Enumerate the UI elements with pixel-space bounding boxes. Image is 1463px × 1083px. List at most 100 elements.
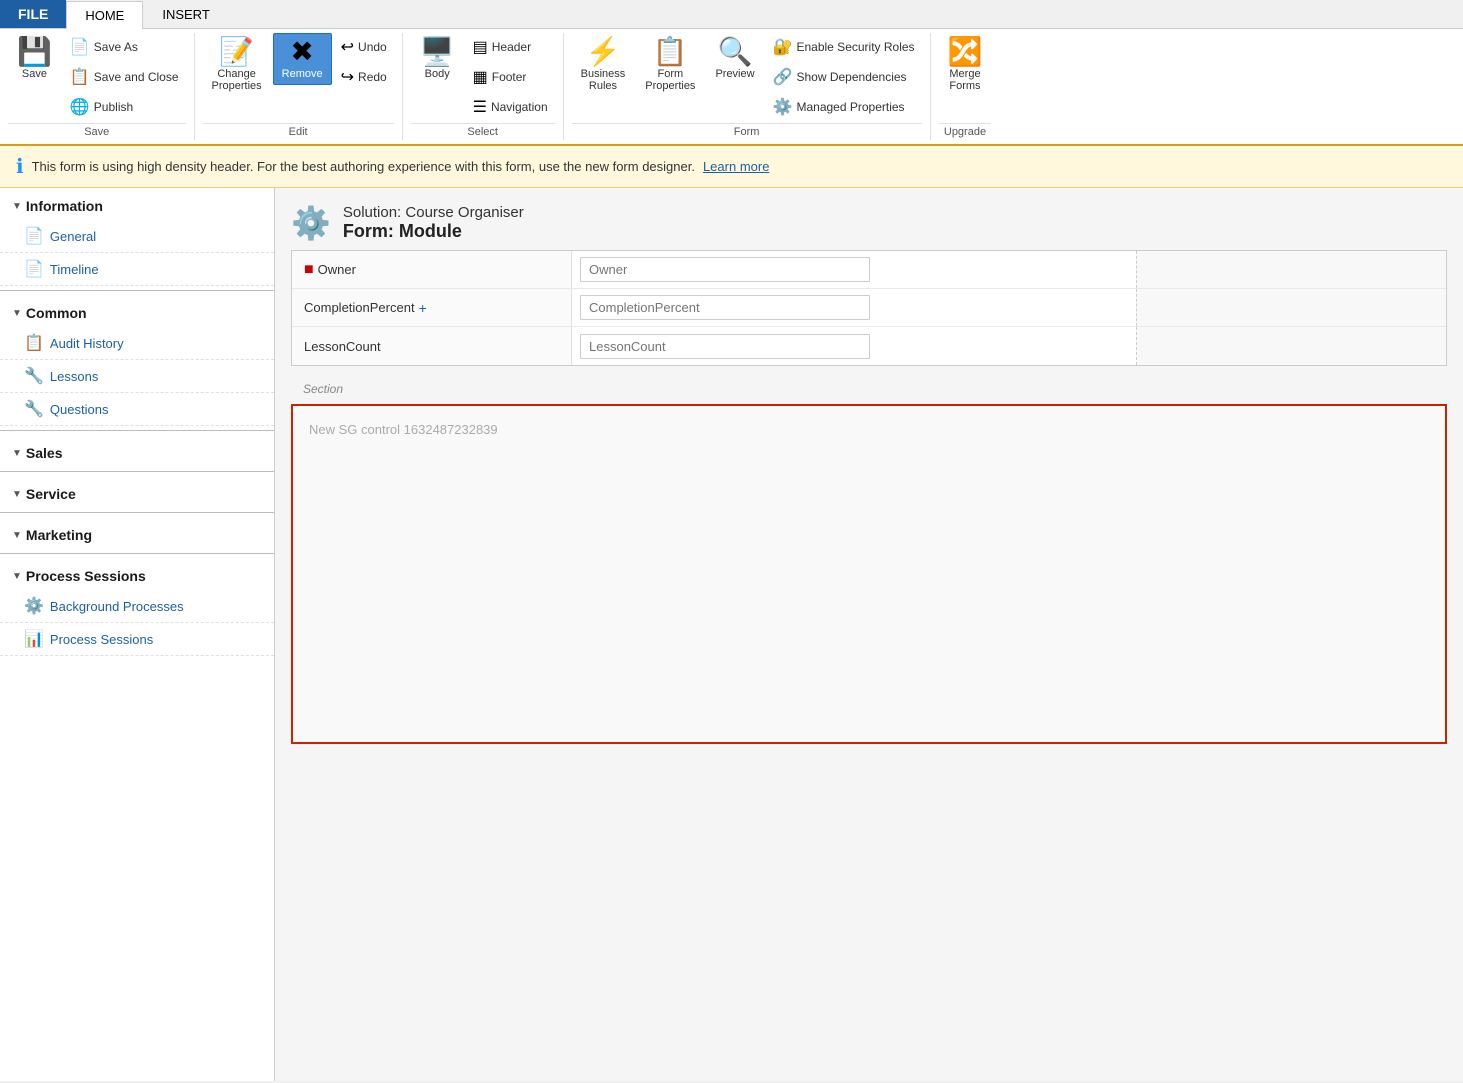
sidebar-section-marketing: ▼ Marketing — [0, 517, 274, 549]
ribbon-group-form: ⚡ Business Rules 📋 Form Properties 🔍 Pre… — [564, 33, 931, 140]
tab-home[interactable]: HOME — [66, 1, 143, 29]
sidebar-item-audit-history-label: Audit History — [50, 336, 124, 351]
preview-button[interactable]: 🔍 Preview — [706, 33, 763, 85]
sidebar-item-lessons[interactable]: 🔧 Lessons — [0, 360, 274, 393]
undo-icon: ↩ — [341, 37, 354, 57]
content-area: ⚙️ Solution: Course Organiser Form: Modu… — [275, 188, 1463, 1081]
ribbon-group-upgrade: 🔀 Merge Forms Upgrade — [931, 33, 1000, 140]
tab-insert[interactable]: INSERT — [143, 0, 228, 28]
form-properties-button[interactable]: 📋 Form Properties — [636, 33, 704, 97]
triangle-process-sessions: ▼ — [12, 571, 22, 582]
form-properties-label: Form Properties — [645, 68, 695, 92]
completion-percent-input[interactable] — [580, 295, 870, 320]
managed-properties-button[interactable]: ⚙️ Managed Properties — [766, 93, 922, 121]
info-icon: ℹ — [16, 154, 24, 179]
sidebar-item-questions[interactable]: 🔧 Questions — [0, 393, 274, 426]
owner-label: Owner — [318, 262, 356, 277]
triangle-information: ▼ — [12, 201, 22, 212]
redo-button[interactable]: ↪ Redo — [334, 63, 394, 91]
completion-percent-label: CompletionPercent — [304, 300, 415, 315]
lesson-count-label: LessonCount — [304, 339, 381, 354]
show-dependencies-button[interactable]: 🔗 Show Dependencies — [766, 63, 922, 91]
divider-3 — [0, 471, 274, 472]
ribbon-group-edit: 📝 Change Properties ✖ Remove ↩ Undo ↪ Re… — [195, 33, 403, 140]
sg-control-box[interactable]: New SG control 1632487232839 — [291, 404, 1447, 744]
footer-icon: ▦ — [473, 67, 488, 87]
sidebar-section-process-sessions-label: Process Sessions — [26, 568, 146, 584]
divider-4 — [0, 512, 274, 513]
ribbon-group-upgrade-items: 🔀 Merge Forms — [939, 33, 992, 121]
form-input-cell-lesson-count — [572, 327, 1136, 365]
remove-icon: ✖ — [290, 38, 313, 66]
footer-button[interactable]: ▦ Footer — [466, 63, 555, 91]
navigation-button[interactable]: ☰ Navigation — [466, 93, 555, 121]
form-extra-lesson-count — [1136, 327, 1446, 365]
preview-icon: 🔍 — [718, 38, 753, 66]
enable-security-button[interactable]: 🔐 Enable Security Roles — [766, 33, 922, 61]
navigation-icon: ☰ — [473, 97, 487, 117]
merge-forms-button[interactable]: 🔀 Merge Forms — [939, 33, 992, 97]
sidebar-item-questions-label: Questions — [50, 402, 109, 417]
header-label: Header — [492, 40, 531, 54]
header-button[interactable]: ▤ Header — [466, 33, 555, 61]
remove-button[interactable]: ✖ Remove — [273, 33, 332, 85]
form-input-cell-completion-percent — [572, 289, 1136, 326]
ribbon-group-edit-label: Edit — [203, 123, 394, 140]
remove-label: Remove — [282, 68, 323, 80]
undo-redo-stack: ↩ Undo ↪ Redo — [334, 33, 394, 91]
save-as-button[interactable]: 📄 Save As — [63, 33, 186, 61]
divider-5 — [0, 553, 274, 554]
ribbon-group-select: 🖥️ Body ▤ Header ▦ Footer ☰ Navigation S… — [403, 33, 564, 140]
sidebar-section-process-sessions: ▼ Process Sessions — [0, 558, 274, 590]
required-plus-completion: + — [419, 300, 427, 316]
sidebar-item-audit-history[interactable]: 📋 Audit History — [0, 327, 274, 360]
ribbon-group-select-items: 🖥️ Body ▤ Header ▦ Footer ☰ Navigation — [411, 33, 555, 121]
save-label: Save — [22, 68, 47, 80]
triangle-common: ▼ — [12, 308, 22, 319]
solution-icon: ⚙️ — [291, 204, 331, 242]
preview-label: Preview — [715, 68, 754, 80]
change-properties-button[interactable]: 📝 Change Properties — [203, 33, 271, 97]
sidebar-section-service-label: Service — [26, 486, 76, 502]
show-dependencies-icon: 🔗 — [773, 67, 793, 87]
save-close-button[interactable]: 📋 Save and Close — [63, 63, 186, 91]
sidebar-item-lessons-label: Lessons — [50, 369, 98, 384]
background-processes-icon: ⚙️ — [24, 596, 44, 616]
business-rules-label: Business Rules — [581, 68, 626, 92]
lessons-icon: 🔧 — [24, 366, 44, 386]
ribbon-group-save: 💾 Save 📄 Save As 📋 Save and Close 🌐 Publ… — [0, 33, 195, 140]
merge-forms-icon: 🔀 — [948, 38, 983, 66]
business-rules-button[interactable]: ⚡ Business Rules — [572, 33, 635, 97]
sidebar-item-process-sessions[interactable]: 📊 Process Sessions — [0, 623, 274, 656]
publish-button[interactable]: 🌐 Publish — [63, 93, 186, 121]
sidebar-item-timeline[interactable]: 📄 Timeline — [0, 253, 274, 286]
tab-file[interactable]: FILE — [0, 0, 66, 28]
triangle-marketing: ▼ — [12, 530, 22, 541]
triangle-service: ▼ — [12, 489, 22, 500]
save-close-label: Save and Close — [94, 70, 179, 84]
navigation-label: Navigation — [491, 100, 548, 114]
lesson-count-input[interactable] — [580, 334, 870, 359]
sidebar-section-sales-label: Sales — [26, 445, 63, 461]
form-extra-completion-percent — [1136, 289, 1446, 326]
save-button[interactable]: 💾 Save — [8, 33, 61, 85]
body-button[interactable]: 🖥️ Body — [411, 33, 464, 85]
sidebar-section-marketing-label: Marketing — [26, 527, 92, 543]
ribbon-content: 💾 Save 📄 Save As 📋 Save and Close 🌐 Publ… — [0, 29, 1463, 146]
owner-input[interactable] — [580, 257, 870, 282]
general-icon: 📄 — [24, 226, 44, 246]
redo-icon: ↪ — [341, 67, 354, 87]
required-dot-owner: ■ — [304, 261, 314, 279]
sidebar-item-general[interactable]: 📄 General — [0, 220, 274, 253]
enable-security-label: Enable Security Roles — [796, 40, 914, 54]
body-label: Body — [425, 68, 450, 80]
sidebar-item-background-processes-label: Background Processes — [50, 599, 184, 614]
undo-button[interactable]: ↩ Undo — [334, 33, 394, 61]
sidebar-item-general-label: General — [50, 229, 96, 244]
enable-security-icon: 🔐 — [773, 37, 793, 57]
sidebar-item-background-processes[interactable]: ⚙️ Background Processes — [0, 590, 274, 623]
learn-more-link[interactable]: Learn more — [703, 159, 769, 174]
header-icon: ▤ — [473, 37, 488, 57]
sidebar-section-service: ▼ Service — [0, 476, 274, 508]
ribbon-tabs: FILE HOME INSERT — [0, 0, 1463, 29]
